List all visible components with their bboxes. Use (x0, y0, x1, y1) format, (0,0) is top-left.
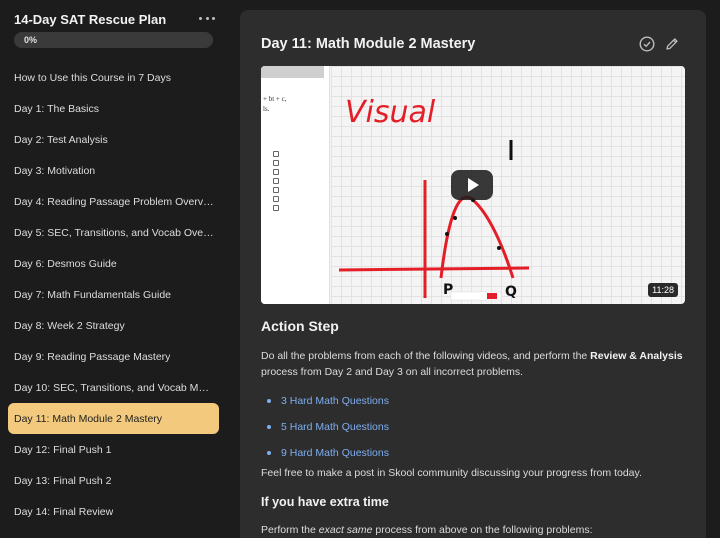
sidebar-item-day[interactable]: Day 12: Final Push 1 (8, 434, 219, 465)
lesson-list: How to Use this Course in 7 Days Day 1: T… (8, 62, 219, 527)
action-text-part: process from Day 2 and Day 3 on all inco… (261, 366, 524, 378)
video-link-list: 3 Hard Math Questions 5 Hard Math Questi… (267, 388, 389, 466)
sidebar-item-label: How to Use this Course in 7 Days (14, 71, 171, 84)
list-item: 5 Hard Math Questions (267, 414, 389, 440)
sidebar-item-label: Day 2: Test Analysis (14, 133, 108, 146)
more-icon[interactable] (199, 10, 215, 26)
sidebar-item-day[interactable]: Day 6: Desmos Guide (8, 248, 219, 279)
sidebar-item-day[interactable]: Day 3: Motivation (8, 155, 219, 186)
action-text-bold: Review & Analysis (590, 350, 683, 362)
course-title: 14-Day SAT Rescue Plan (14, 12, 167, 27)
list-item: 3 Hard Math Questions (267, 388, 389, 414)
progress-bar: 0% (14, 32, 213, 48)
video-player[interactable]: + bt + c, ls. Visual P Q 11:28 (261, 66, 685, 304)
sidebar-item-day[interactable]: Day 5: SEC, Transitions, and Vocab Overv… (8, 217, 219, 248)
community-text: Feel free to make a post in Skool commun… (261, 467, 642, 479)
point-label-q: Q (505, 284, 517, 300)
handwritten-visual: Visual (345, 95, 436, 130)
sidebar-item-day[interactable]: Day 9: Reading Passage Mastery (8, 341, 219, 372)
extra-time-heading: If you have extra time (261, 495, 389, 509)
pencil-icon[interactable] (665, 37, 679, 51)
sidebar-item-day[interactable]: Day 8: Week 2 Strategy (8, 310, 219, 341)
extra-text-part: Perform the (261, 524, 319, 536)
sidebar: 14-Day SAT Rescue Plan 0% How to Use thi… (0, 0, 226, 538)
extra-text-italic: exact same (318, 524, 373, 536)
sidebar-item-label: Day 4: Reading Passage Problem Overview (14, 195, 214, 208)
sidebar-item-label: Day 3: Motivation (14, 164, 96, 177)
sidebar-item-day[interactable]: Day 13: Final Push 2 (8, 465, 219, 496)
link-5-hard-math[interactable]: 5 Hard Math Questions (281, 421, 389, 433)
link-9-hard-math[interactable]: 9 Hard Math Questions (281, 447, 389, 459)
progress-label: 0% (24, 35, 38, 45)
sidebar-item-day[interactable]: Day 11: Math Module 2 Mastery (8, 403, 219, 434)
lesson-title: Day 11: Math Module 2 Mastery (261, 36, 476, 52)
sidebar-item-day[interactable]: Day 1: The Basics (8, 93, 219, 124)
sidebar-item-day[interactable]: Day 2: Test Analysis (8, 124, 219, 155)
sidebar-item-day[interactable]: Day 4: Reading Passage Problem Overview (8, 186, 219, 217)
link-3-hard-math[interactable]: 3 Hard Math Questions (281, 395, 389, 407)
sidebar-item-day[interactable]: How to Use this Course in 7 Days (8, 62, 219, 93)
sidebar-item-day[interactable]: Day 7: Math Fundamentals Guide (8, 279, 219, 310)
action-step-text: Do all the problems from each of the fol… (261, 348, 686, 380)
sidebar-item-label: Day 6: Desmos Guide (14, 257, 117, 270)
sidebar-item-label: Day 1: The Basics (14, 102, 100, 115)
extra-time-text: Perform the exact same process from abov… (261, 524, 593, 536)
list-item: 9 Hard Math Questions (267, 440, 389, 466)
sidebar-item-day[interactable]: Day 10: SEC, Transitions, and Vocab Mast… (8, 372, 219, 403)
action-step-heading: Action Step (261, 318, 339, 334)
lesson-panel: Day 11: Math Module 2 Mastery + bt + c, … (240, 10, 706, 538)
sidebar-item-label: Day 8: Week 2 Strategy (14, 319, 125, 332)
sidebar-item-label: Day 5: SEC, Transitions, and Vocab Overv… (14, 226, 214, 239)
action-text-part: Do all the problems from each of the fol… (261, 350, 591, 362)
sidebar-item-label: Day 12: Final Push 1 (14, 443, 112, 456)
sidebar-item-label: Day 11: Math Module 2 Mastery (14, 412, 163, 425)
sidebar-item-day[interactable]: Day 14: Final Review (8, 496, 219, 527)
sidebar-item-label: Day 7: Math Fundamentals Guide (14, 288, 171, 301)
video-duration: 11:28 (648, 283, 678, 297)
sidebar-item-label: Day 10: SEC, Transitions, and Vocab Mast… (14, 381, 214, 394)
extra-text-part: process from above on the following prob… (372, 524, 593, 536)
check-circle-icon[interactable] (639, 36, 655, 52)
play-icon (468, 178, 479, 192)
sidebar-item-label: Day 13: Final Push 2 (14, 474, 112, 487)
play-button[interactable] (451, 170, 493, 200)
sidebar-item-label: Day 14: Final Review (14, 505, 114, 518)
sidebar-item-label: Day 9: Reading Passage Mastery (14, 350, 171, 363)
